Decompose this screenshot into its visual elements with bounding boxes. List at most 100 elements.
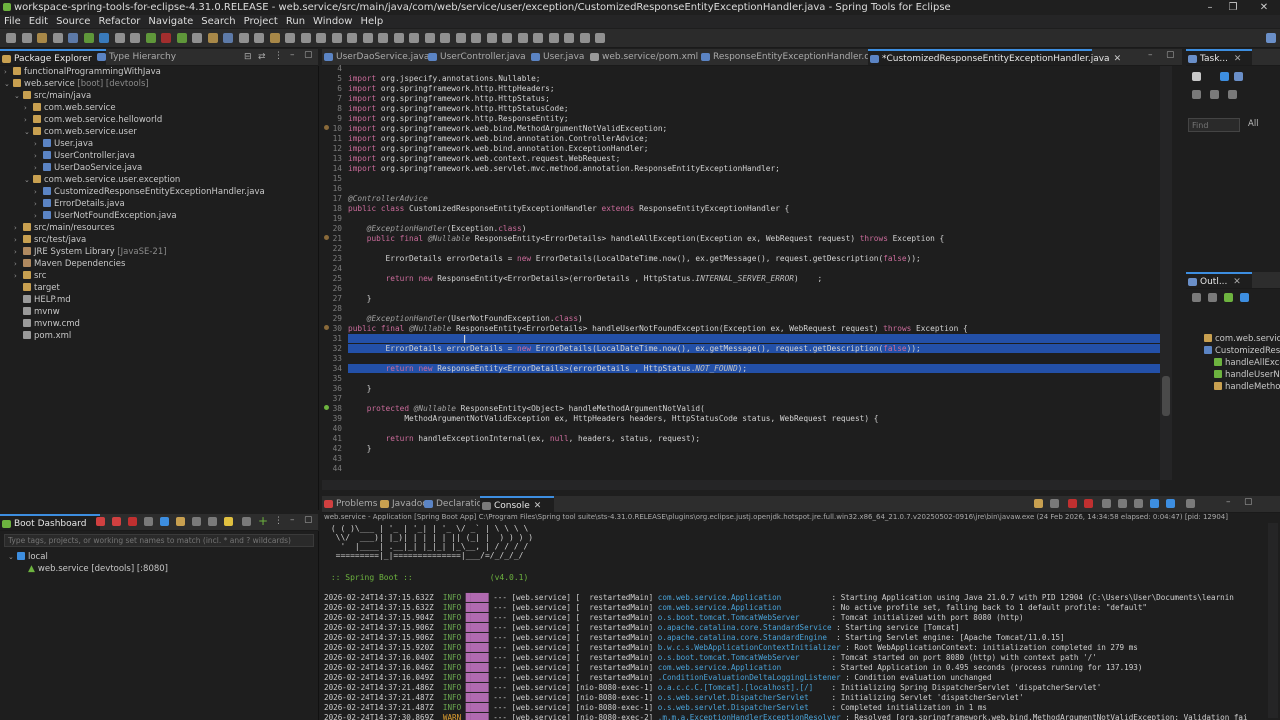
outline-item[interactable]: CustomizedResp [1204,345,1280,357]
code-line[interactable]: return new ResponseEntity<ErrorDetails>(… [348,274,823,283]
tree-item[interactable]: ⌄ src/main/java [14,90,91,102]
hide-fields-icon[interactable] [1208,293,1217,302]
toolbar-print-icon[interactable] [52,33,63,43]
code-line[interactable]: public class CustomizedResponseEntityExc… [348,204,789,213]
word-wrap-icon[interactable] [1118,499,1127,508]
menu-refactor[interactable]: Refactor [98,16,140,27]
menu-navigate[interactable]: Navigate [148,16,193,27]
menu-window[interactable]: Window [313,16,352,27]
menu-search[interactable]: Search [201,16,235,27]
code-line[interactable]: import org.springframework.web.bind.Meth… [348,124,667,133]
log-logger[interactable]: o.s.boot.tomcat.TomcatWebServer [658,653,827,662]
log-logger[interactable]: .ConditionEvaluationDeltaLoggingListener [658,673,841,682]
code-line[interactable]: @ExceptionHandler(UserNotFoundException.… [348,314,583,323]
tree-item[interactable]: mvnw.cmd [14,318,80,330]
code-line[interactable]: ErrorDetails errorDetails = new ErrorDet… [348,344,1160,353]
close-icon[interactable]: ✕ [1234,54,1242,64]
expand-icon[interactable]: › [14,222,23,234]
tree-item[interactable]: mvnw [14,306,60,318]
tab-outline[interactable]: Outl... ✕ [1186,272,1252,288]
collapse-all-icon[interactable]: ⊟ [244,52,252,62]
toolbar-java-perspective-icon[interactable] [424,33,435,43]
log-logger[interactable]: o.apache.catalina.core.StandardService [658,623,832,632]
tree-item[interactable]: › src/main/resources [14,222,115,234]
toolbar-external-tools-icon[interactable] [192,33,202,43]
clear-console-icon[interactable] [1102,499,1111,508]
tree-item[interactable]: › com.web.service [24,102,116,114]
toolbar-next-annotation-icon[interactable] [285,33,295,43]
toolbar-new-package-icon[interactable] [223,33,233,43]
pin-console-icon[interactable] [1034,499,1043,508]
menu-edit[interactable]: Edit [29,16,48,27]
toolbar-spring-icon[interactable] [176,33,187,43]
display-console-icon[interactable] [1150,499,1159,508]
new-task-icon[interactable] [1192,72,1201,81]
outline-item[interactable]: handleMethod [1214,381,1280,393]
toolbar-bookmark-icon[interactable] [595,33,605,43]
log-logger[interactable]: b.w.c.s.WebApplicationContextInitializer [658,643,841,652]
code-line[interactable] [348,334,1160,343]
expand-icon[interactable]: › [34,150,43,162]
toolbar-toggle-icon[interactable] [378,33,388,43]
restart-icon[interactable] [96,517,105,526]
expand-icon[interactable]: › [34,162,43,174]
debug-icon[interactable] [112,517,121,526]
open-perspective-icon[interactable] [1266,33,1276,43]
editor-tab[interactable]: *CustomizedResponseEntityExceptionHandle… [868,49,1121,65]
code-line[interactable]: } [348,294,372,303]
expand-icon[interactable]: › [24,102,33,114]
toolbar-build-icon[interactable] [130,33,140,43]
sync-icon[interactable] [1228,90,1237,99]
expand-icon[interactable] [242,517,251,526]
toolbar-tasks-icon[interactable] [393,33,404,43]
log-logger[interactable]: com.web.service.Application [658,603,827,612]
editor-scroll-thumb[interactable] [1162,376,1170,416]
code-line[interactable]: import org.springframework.web.servlet.m… [348,164,780,173]
toolbar-find-icon[interactable] [486,33,497,43]
link-icon[interactable] [176,517,185,526]
minimize-view-icon[interactable]: – [290,515,295,525]
tree-item[interactable]: › UserController.java [34,150,135,162]
editor-horizontal-scrollbar[interactable] [322,480,1160,490]
editor-vertical-scrollbar[interactable] [1160,66,1172,480]
tree-item[interactable]: › com.web.service.helloworld [24,114,162,126]
tree-item[interactable]: › src/test/java [14,234,86,246]
tab-type-hierarchy[interactable]: Type Hierarchy [95,49,189,65]
tree-item[interactable]: › Maven Dependencies [14,258,125,270]
link-editor-icon[interactable]: ⇄ [258,52,266,62]
minimize-view-icon[interactable]: – [290,50,295,60]
view-menu-icon[interactable]: ⋮ [274,516,283,526]
menu-file[interactable]: File [4,16,21,27]
tree-item[interactable]: HELP.md [14,294,71,306]
toolbar-boot-icon[interactable] [471,33,481,43]
maximize-view-icon[interactable]: ▢ [304,515,313,525]
tree-item[interactable]: › functionalProgrammingWithJava [4,66,161,78]
console-panel[interactable]: web.service - Application [Spring Boot A… [322,513,1280,720]
editor-tab[interactable]: UserDaoService.java [322,49,436,65]
code-line[interactable]: import org.springframework.http.HttpStat… [348,104,569,113]
tab-console[interactable]: Console ✕ [480,496,554,512]
toolbar-run-debug-icon[interactable] [99,33,109,43]
maximize-view-icon[interactable]: ▢ [304,50,313,60]
code-line[interactable]: import org.springframework.http.Response… [348,114,569,123]
toolbar-link-icon[interactable] [502,33,512,43]
toolbar-history-icon[interactable] [579,33,590,43]
code-line[interactable]: protected @Nullable ResponseEntity<Objec… [348,404,705,413]
code-line[interactable]: import org.jspecify.annotations.Nullable… [348,74,540,83]
expand-icon[interactable]: › [14,246,23,258]
editor-tab[interactable]: web.service/pom.xml [588,49,710,65]
focus-icon[interactable] [1192,90,1201,99]
toolbar-open-icon[interactable] [37,33,47,43]
tree-item[interactable]: target [14,282,60,294]
log-logger[interactable]: o.s.web.servlet.DispatcherServlet [658,703,827,712]
expand-icon[interactable]: › [14,234,23,246]
stop-icon[interactable] [128,517,137,526]
code-line[interactable]: import org.springframework.http.HttpStat… [348,94,550,103]
toolbar-perspective-icon[interactable] [409,33,419,43]
minimize-view-icon[interactable]: – [1226,497,1231,507]
log-logger[interactable]: com.web.service.Application [658,663,827,672]
toolbar-terminal-icon[interactable] [548,33,559,43]
toolbar-back-icon[interactable] [316,33,326,43]
toolbar-skip-icon[interactable] [114,33,125,43]
toolbar-open-type-icon[interactable] [254,33,264,43]
